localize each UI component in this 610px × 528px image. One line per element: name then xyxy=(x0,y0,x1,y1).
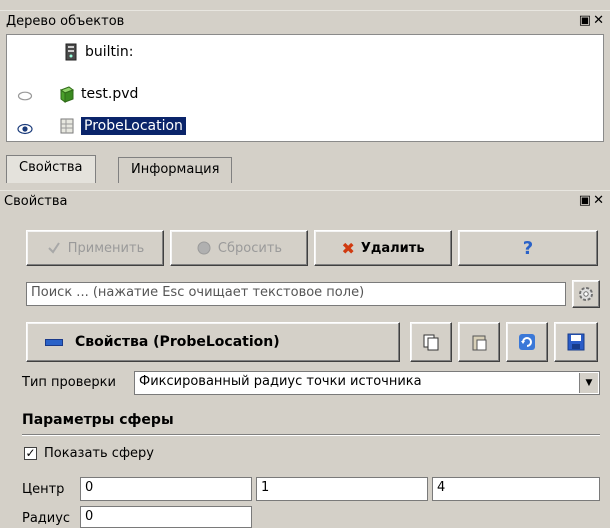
sphere-params-title: Параметры сферы xyxy=(22,412,174,428)
help-icon: ? xyxy=(522,237,534,259)
save-icon xyxy=(567,333,585,351)
center-z-input[interactable]: 4 xyxy=(432,477,600,501)
tab-properties[interactable]: Свойства xyxy=(6,155,96,183)
delete-x-icon: ✖ xyxy=(341,238,355,258)
probe-type-value: Фиксированный радиус точки источника xyxy=(139,374,422,389)
reset-icon xyxy=(197,241,211,255)
center-x-input[interactable]: 0 xyxy=(80,477,252,501)
reset-button[interactable]: Сбросить xyxy=(170,230,308,266)
section-title: Свойства (ProbeLocation) xyxy=(75,334,280,350)
search-placeholder: Поиск ... (нажатие Esc очищает текстовое… xyxy=(31,285,365,300)
server-icon xyxy=(65,43,77,61)
delete-label: Удалить xyxy=(360,240,425,256)
restore-defaults-button[interactable] xyxy=(506,322,548,362)
tree-item-label: ProbeLocation xyxy=(81,117,186,135)
center-z-value: 4 xyxy=(437,480,446,495)
radius-value: 0 xyxy=(85,509,94,524)
properties-title: Свойства xyxy=(4,194,68,209)
probe-type-label: Тип проверки xyxy=(22,375,116,390)
close-pane-icon[interactable]: ✕ xyxy=(593,193,606,208)
center-x-value: 0 xyxy=(85,480,94,495)
center-y-input[interactable]: 1 xyxy=(256,477,428,501)
object-tree[interactable]: builtin: test.pvd ProbeLocation xyxy=(6,34,604,142)
show-sphere-label: Показать сферу xyxy=(44,446,154,461)
gear-icon xyxy=(579,287,593,301)
float-pane-icon[interactable]: ▣ xyxy=(579,193,593,208)
tree-item-probelocation[interactable]: ProbeLocation xyxy=(59,115,186,137)
center-label: Центр xyxy=(22,482,65,497)
save-defaults-button[interactable] xyxy=(554,322,598,362)
tree-item-label: builtin: xyxy=(85,44,134,60)
dataset-icon xyxy=(59,86,75,103)
object-tree-title: Дерево объектов xyxy=(6,14,125,29)
tree-item-builtin[interactable]: builtin: xyxy=(63,41,134,63)
radius-label: Радиус xyxy=(22,511,71,526)
collapse-icon xyxy=(45,338,63,346)
tree-item-test-pvd[interactable]: test.pvd xyxy=(59,83,138,105)
paste-button[interactable] xyxy=(458,322,500,362)
copy-button[interactable] xyxy=(410,322,452,362)
tab-label: Свойства xyxy=(19,160,83,175)
center-y-value: 1 xyxy=(261,480,270,495)
search-input[interactable]: Поиск ... (нажатие Esc очищает текстовое… xyxy=(26,282,566,306)
settings-button[interactable] xyxy=(572,280,600,308)
copy-icon xyxy=(423,334,439,351)
tab-label: Информация xyxy=(131,162,220,177)
tab-information[interactable]: Информация xyxy=(118,157,233,183)
radius-input[interactable]: 0 xyxy=(80,506,252,528)
close-pane-icon[interactable]: ✕ xyxy=(593,13,606,28)
filter-icon xyxy=(60,118,74,134)
refresh-icon xyxy=(519,334,535,350)
object-tree-header: Дерево объектов ▣✕ xyxy=(0,10,610,32)
apply-icon xyxy=(48,242,60,254)
properties-header: Свойства ▣✕ xyxy=(0,190,610,212)
show-sphere-checkbox[interactable]: ✓ xyxy=(24,447,37,460)
delete-button[interactable]: ✖ Удалить xyxy=(314,230,452,266)
chevron-down-icon: ▼ xyxy=(579,373,598,393)
eye-closed-icon[interactable] xyxy=(17,90,33,102)
apply-button[interactable]: Применить xyxy=(26,230,164,266)
help-button[interactable]: ? xyxy=(458,230,598,266)
eye-open-icon[interactable] xyxy=(17,123,33,135)
divider xyxy=(22,435,600,436)
probe-type-select[interactable]: Фиксированный радиус точки источника ▼ xyxy=(134,371,600,395)
paste-icon xyxy=(472,335,487,351)
float-pane-icon[interactable]: ▣ xyxy=(579,13,593,28)
reset-label: Сбросить xyxy=(217,240,283,256)
tree-item-label: test.pvd xyxy=(81,86,139,102)
apply-label: Применить xyxy=(67,240,145,256)
properties-section-toggle[interactable]: Свойства (ProbeLocation) xyxy=(26,322,400,362)
